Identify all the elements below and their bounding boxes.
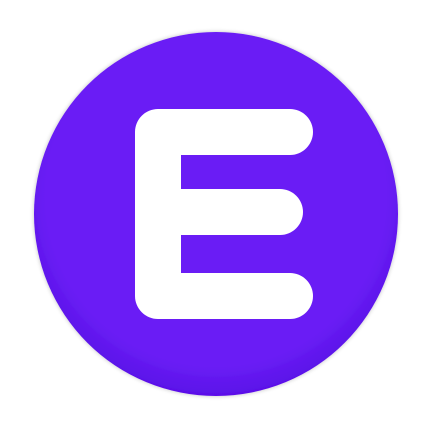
logo-canvas: E: [0, 0, 434, 434]
e-logo-icon: E: [34, 32, 398, 396]
